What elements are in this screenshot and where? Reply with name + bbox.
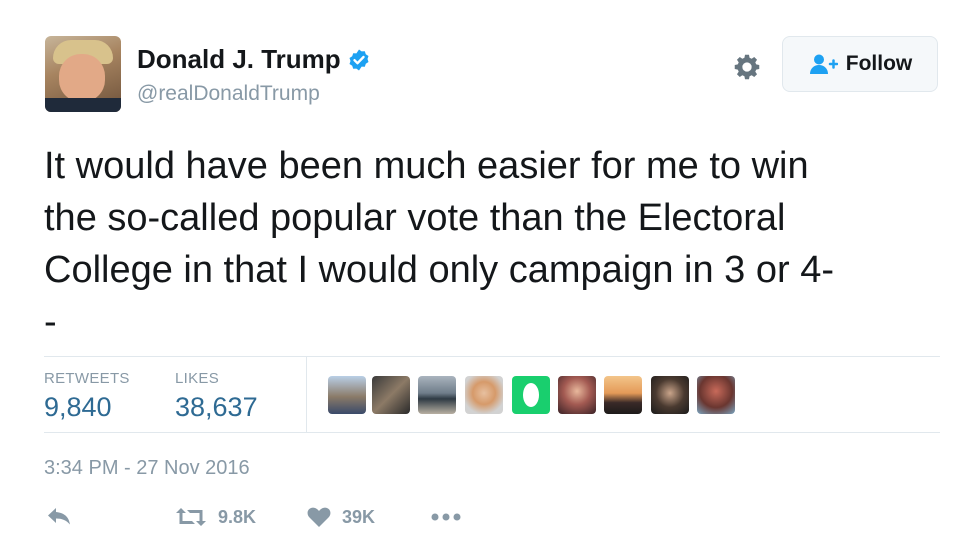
likes-count[interactable]: 38,637 <box>175 392 258 423</box>
gear-icon[interactable] <box>733 53 761 81</box>
tweet-timestamp[interactable]: 3:34 PM - 27 Nov 2016 <box>44 457 250 480</box>
verified-badge-icon <box>349 49 369 70</box>
display-name[interactable]: Donald J. Trump <box>137 44 341 75</box>
more-dots-icon <box>431 513 461 521</box>
liker-avatar[interactable] <box>465 376 503 414</box>
likes-label[interactable]: LIKES <box>175 370 219 387</box>
name-row: Donald J. Trump <box>137 44 371 75</box>
stats-top-divider <box>44 356 940 357</box>
retweet-button[interactable]: 9.8K <box>174 506 256 528</box>
user-handle[interactable]: @realDonaldTrump <box>137 82 320 106</box>
heart-icon <box>307 507 331 527</box>
retweet-count: 9.8K <box>218 506 257 527</box>
follow-button-label: Follow <box>845 52 913 75</box>
more-button[interactable] <box>430 512 462 522</box>
stats-separator <box>306 356 307 432</box>
avatar-face <box>59 54 105 102</box>
avatar[interactable] <box>45 36 121 112</box>
stats-bottom-divider <box>44 432 940 433</box>
liker-avatar[interactable] <box>558 376 596 414</box>
retweets-label[interactable]: RETWEETS <box>44 370 130 387</box>
tweet-text: It would have been much easier for me to… <box>44 145 835 343</box>
like-button[interactable]: 39K <box>306 506 375 528</box>
reply-icon <box>48 508 70 525</box>
liker-avatar[interactable] <box>418 376 456 414</box>
reply-button[interactable] <box>46 506 72 526</box>
follow-button[interactable]: Follow <box>782 36 938 92</box>
liker-avatar[interactable] <box>372 376 410 414</box>
liker-avatar[interactable] <box>651 376 689 414</box>
liker-avatar[interactable] <box>604 376 642 414</box>
retweets-count[interactable]: 9,840 <box>44 392 112 423</box>
follow-person-plus-icon <box>809 54 838 74</box>
like-count: 39K <box>342 506 376 527</box>
liker-avatar[interactable] <box>512 376 550 414</box>
liker-egg-shape <box>523 383 539 407</box>
avatar-suit <box>45 98 121 112</box>
liker-avatar[interactable] <box>697 376 735 414</box>
liker-avatar[interactable] <box>328 376 366 414</box>
retweet-icon <box>176 508 206 526</box>
